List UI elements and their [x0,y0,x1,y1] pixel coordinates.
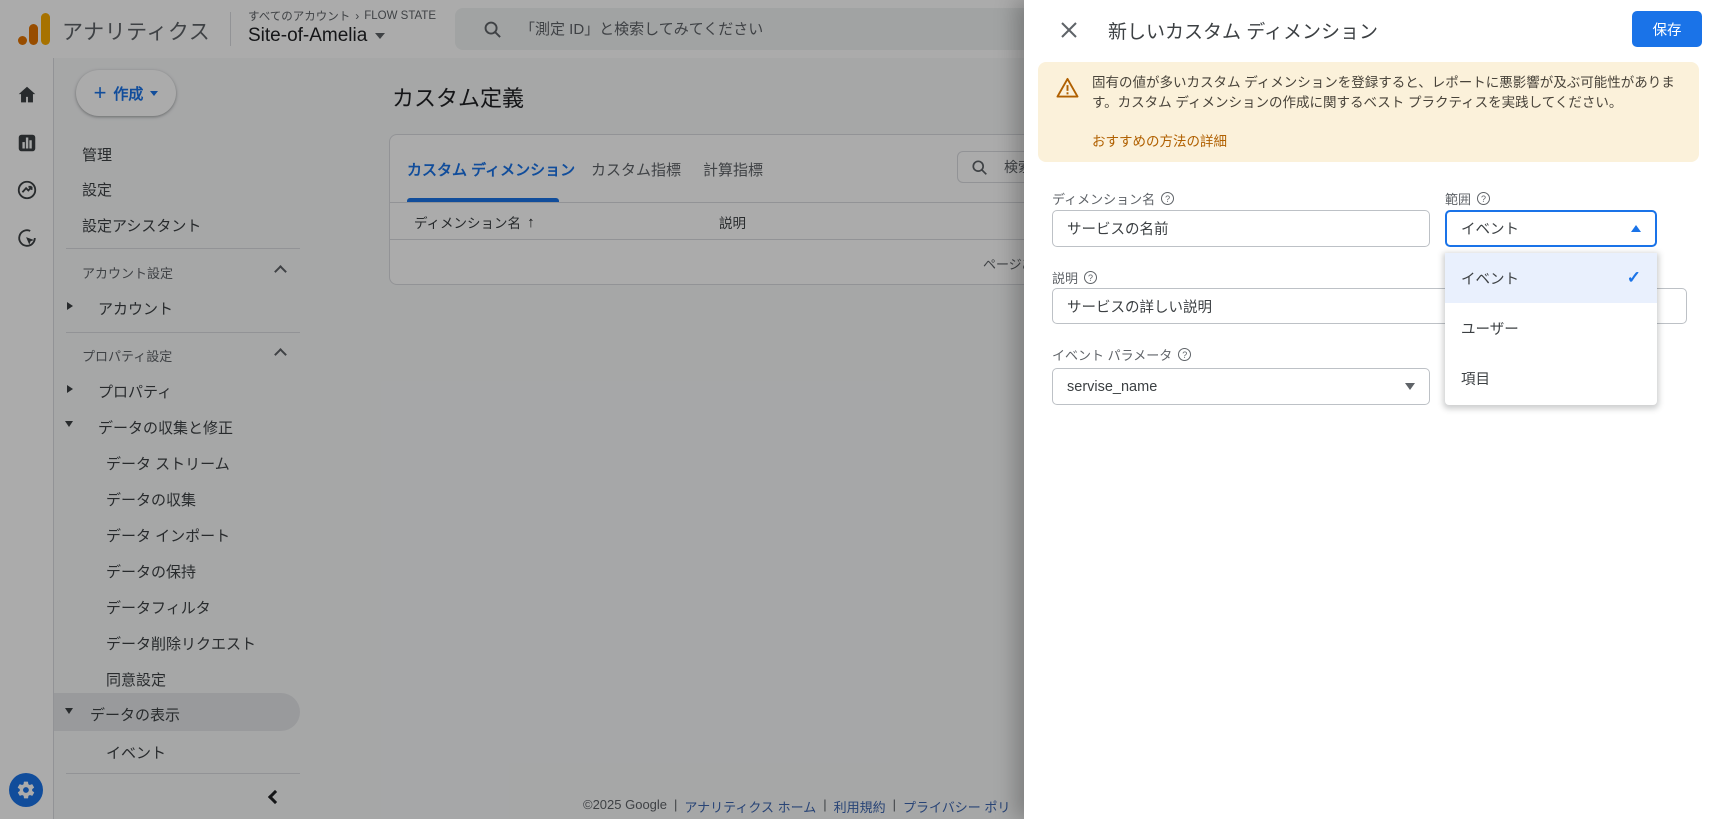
help-icon[interactable]: ? [1084,271,1098,284]
dimension-name-input[interactable] [1052,210,1430,247]
scope-option-item[interactable]: 項目 [1445,353,1657,403]
dimension-name-label: ディメンション名 ? [1052,189,1175,208]
check-icon: ✓ [1626,268,1641,287]
help-icon[interactable]: ? [1178,348,1192,361]
scope-dropdown-menu: イベント ✓ ユーザー 項目 [1445,253,1657,405]
close-icon[interactable] [1060,21,1078,39]
scope-label: 範囲 ? [1445,189,1491,208]
panel-title: 新しいカスタム ディメンション [1108,22,1378,43]
best-practices-link[interactable]: おすすめの方法の詳細 [1092,130,1227,150]
event-parameter-label: イベント パラメータ ? [1052,345,1192,364]
event-parameter-select[interactable]: servise_name [1052,368,1430,405]
help-icon[interactable]: ? [1161,192,1175,205]
warning-icon [1056,77,1079,98]
scope-option-user[interactable]: ユーザー [1445,303,1657,353]
warning-text: 固有の値が多いカスタム ディメンションを登録すると、レポートに悪影響が及ぶ可能性… [1092,75,1675,110]
warning-banner: 固有の値が多いカスタム ディメンションを登録すると、レポートに悪影響が及ぶ可能性… [1038,62,1699,162]
chevron-down-icon [1405,383,1415,390]
scope-option-event[interactable]: イベント ✓ [1445,253,1657,303]
description-label: 説明 ? [1052,268,1098,287]
scope-select[interactable]: イベント [1445,210,1657,247]
save-button[interactable]: 保存 [1632,11,1702,47]
help-icon[interactable]: ? [1477,192,1491,205]
ga-admin-screen: アナリティクス すべてのアカウント › FLOW STATE Site-of-A… [0,0,1715,819]
new-custom-dimension-panel: 新しいカスタム ディメンション 保存 固有の値が多いカスタム ディメンションを登… [1024,0,1715,819]
chevron-up-icon [1631,225,1641,232]
